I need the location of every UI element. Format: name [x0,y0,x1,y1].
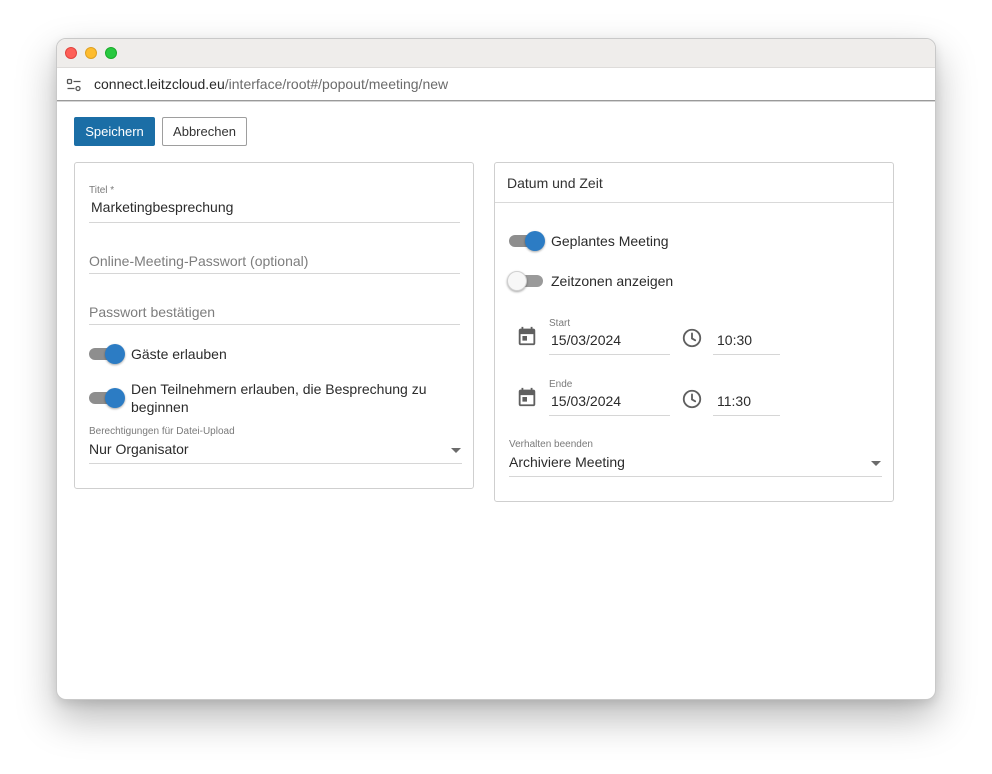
calendar-icon[interactable] [516,325,538,347]
date-time-card: Datum und Zeit Geplantes Meeting Zeitzon… [494,162,894,502]
minimize-window-button[interactable] [85,47,97,59]
scheduled-meeting-toggle[interactable] [509,230,545,251]
start-date-label: Start [549,318,571,329]
url-text[interactable]: connect.leitzcloud.eu/interface/root#/po… [94,76,448,92]
title-underline [89,222,460,223]
url-divider [57,101,935,102]
save-button[interactable]: Speichern [74,117,155,146]
url-path: /interface/root#/popout/meeting/new [224,76,449,92]
start-time-field[interactable]: 10:30 [713,318,780,355]
title-bar [57,39,935,68]
scheduled-meeting-label: Geplantes Meeting [551,233,669,249]
end-time-input[interactable]: 11:30 [717,393,751,409]
password-input[interactable]: Online-Meeting-Passwort (optional) [89,253,308,269]
end-date-input[interactable]: 15/03/2024 [551,393,621,409]
end-behavior-label: Verhalten beenden [509,439,593,450]
end-behavior-underline [509,476,882,477]
password-confirm-underline [89,324,460,325]
toggle-knob [525,231,545,251]
cancel-button[interactable]: Abbrechen [162,117,247,146]
clock-icon[interactable] [681,327,703,349]
allow-start-label-line2: beginnen [131,399,189,415]
url-host: connect.leitzcloud.eu [94,76,225,92]
start-time-underline [713,354,780,355]
maximize-window-button[interactable] [105,47,117,59]
title-label: Titel * [89,185,115,196]
title-input[interactable]: Marketingbesprechung [91,199,233,215]
end-time-field[interactable]: 11:30 [713,379,780,416]
start-time-input[interactable]: 10:30 [717,332,752,348]
password-field[interactable]: Online-Meeting-Passwort (optional) [89,251,460,274]
show-timezones-label: Zeitzonen anzeigen [551,273,674,289]
end-date-underline [549,415,670,416]
tune-icon[interactable] [66,77,82,93]
meeting-details-card: Titel * Marketingbesprechung Online-Meet… [74,162,474,489]
end-behavior-value: Archiviere Meeting [509,454,625,470]
allow-start-label-line1: Den Teilnehmern erlauben, die Besprechun… [131,381,427,397]
close-window-button[interactable] [65,47,77,59]
browser-window: connect.leitzcloud.eu/interface/root#/po… [56,38,936,700]
upload-permission-underline [89,463,462,464]
password-underline [89,273,460,274]
calendar-icon[interactable] [516,386,538,408]
toggle-knob [507,271,527,291]
upload-permission-value: Nur Organisator [89,441,189,457]
upload-permission-label: Berechtigungen für Datei-Upload [89,426,235,437]
end-date-field[interactable]: Ende 15/03/2024 [549,379,670,416]
password-confirm-input[interactable]: Passwort bestätigen [89,304,215,320]
upload-permission-select[interactable]: Berechtigungen für Datei-Upload Nur Orga… [89,426,462,464]
allow-guests-label: Gäste erlauben [131,346,227,362]
start-date-underline [549,354,670,355]
title-field[interactable]: Titel * Marketingbesprechung [89,185,460,223]
caret-down-icon [871,461,881,466]
clock-icon[interactable] [681,388,703,410]
allow-guests-toggle[interactable] [89,343,125,364]
caret-down-icon [451,448,461,453]
toggle-knob [105,344,125,364]
end-date-label: Ende [549,379,573,390]
address-bar[interactable]: connect.leitzcloud.eu/interface/root#/po… [57,68,935,101]
show-timezones-toggle[interactable] [507,270,543,291]
toggle-knob [105,388,125,408]
start-date-field[interactable]: Start 15/03/2024 [549,318,670,355]
end-time-underline [713,415,780,416]
password-confirm-field[interactable]: Passwort bestätigen [89,302,460,325]
date-time-header: Datum und Zeit [495,163,893,203]
start-date-input[interactable]: 15/03/2024 [551,332,621,348]
end-behavior-select[interactable]: Verhalten beenden Archiviere Meeting [509,439,882,477]
allow-start-toggle[interactable] [89,387,125,408]
